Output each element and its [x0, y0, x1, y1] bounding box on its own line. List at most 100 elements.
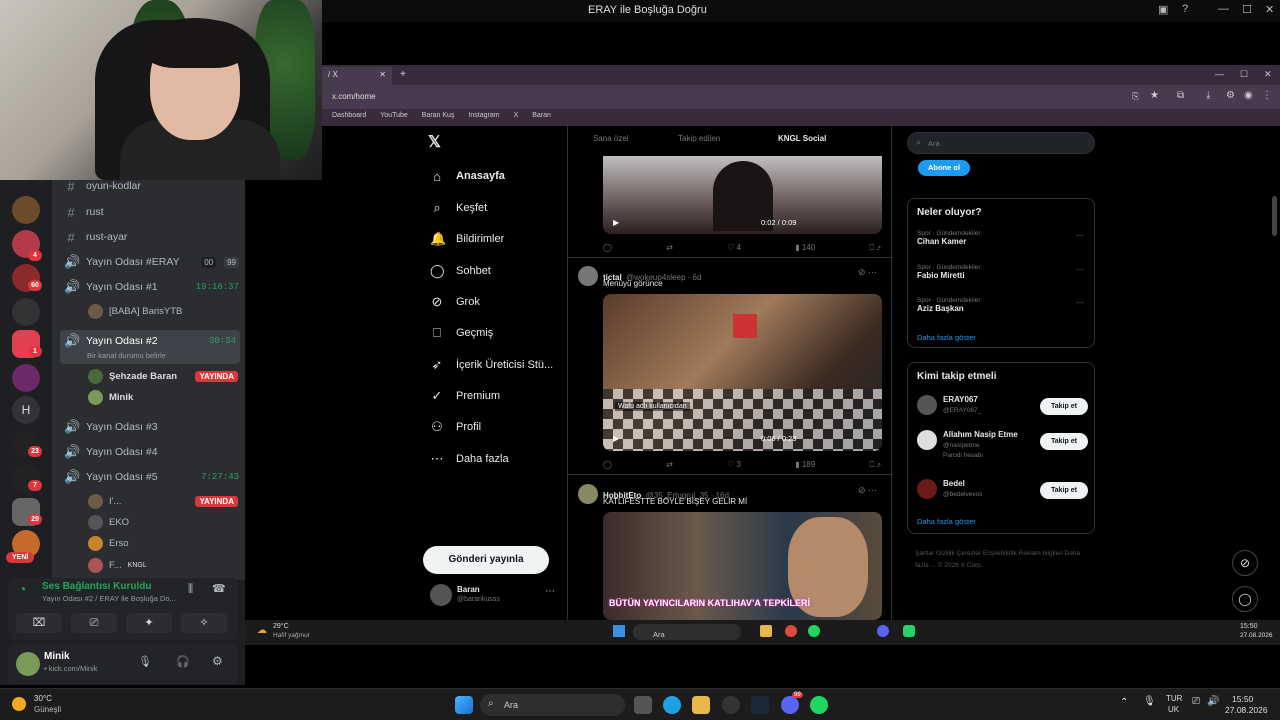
grok-float-button[interactable]: ⊘ [1232, 550, 1258, 576]
grok-icon[interactable]: ⊘ ⋯ [858, 267, 877, 278]
network-icon[interactable]: ⎚ [1192, 696, 1200, 707]
retweet-icon[interactable]: ⇄ [666, 243, 673, 253]
whatsapp-icon[interactable] [903, 625, 915, 637]
profile-icon[interactable]: ◉ [1244, 90, 1253, 101]
screen-share-button[interactable]: ⎚ [71, 613, 117, 633]
clock-time[interactable]: 15:50 [1232, 694, 1253, 704]
video-player[interactable]: Wafu adlı kullanıcıdan ▶ 0:06 / 0:23 [603, 294, 882, 451]
nav-home[interactable]: ⌂ Anasayfa [430, 164, 505, 188]
tab-following[interactable]: Takip edilen [678, 134, 720, 143]
voice-channel-3[interactable]: 🔊 Yayın Odası #3 [64, 416, 158, 438]
soundboard-button[interactable]: ✧ [181, 613, 227, 633]
views-icon[interactable]: ▮ 140 [795, 243, 815, 253]
search-box[interactable]: ⌕ Ara [907, 132, 1095, 154]
follow-name[interactable]: Allahım Nasip Etme [943, 430, 1018, 439]
star-icon[interactable]: ★ [1150, 90, 1159, 101]
settings-icon[interactable]: ⚙ [1226, 90, 1235, 101]
voice-user[interactable]: I'... YAYINDA [88, 491, 238, 511]
close-button[interactable]: ✕ [1264, 69, 1272, 80]
mic-icon[interactable]: 🎙 [138, 655, 152, 668]
avatar[interactable] [917, 479, 937, 499]
maximize-button[interactable]: ☐ [1240, 69, 1248, 80]
video-player[interactable]: ▶ 0:02 / 0:09 [603, 156, 882, 234]
activities-button[interactable]: ✦ [126, 613, 172, 633]
trend-item[interactable]: Spor · Gündemdekiler Fabio Miretti [917, 264, 981, 280]
voice-user[interactable]: F... KNGL [88, 555, 147, 575]
show-more-link[interactable]: Daha fazla göster [917, 517, 976, 526]
grok-icon[interactable]: ⊘ ⋯ [858, 485, 877, 496]
server-icon[interactable] [12, 196, 40, 224]
scrollbar[interactable] [1272, 196, 1277, 236]
voice-user[interactable]: EKO [88, 512, 129, 532]
follow-name[interactable]: Bedel [943, 479, 965, 488]
subscribe-button[interactable]: Abone ol [918, 160, 970, 176]
trend-item[interactable]: Spor · Gündemdekiler Cihan Kamer [917, 230, 981, 246]
chrome-icon[interactable] [785, 625, 797, 637]
task-view-icon[interactable] [634, 696, 652, 714]
play-icon[interactable]: ▶ [613, 218, 619, 227]
tab-for-you[interactable]: Sana özel [593, 134, 629, 143]
nav-profile[interactable]: ⚇ Profil [430, 415, 481, 439]
bookmark-baran[interactable]: Baran [532, 112, 551, 126]
avatar[interactable] [578, 266, 598, 286]
steam-icon[interactable] [751, 696, 769, 714]
server-icon[interactable] [12, 298, 40, 326]
bookmark-baran-kus[interactable]: Baran Kuş [422, 112, 455, 126]
channel-oyun-kodlar[interactable]: # oyun-kodlar [64, 175, 141, 197]
url-text[interactable]: x.com/home [332, 92, 376, 101]
bookmark-icon[interactable]: ⎕ ⤴ [869, 243, 881, 253]
voice-user[interactable]: Erso [88, 533, 129, 553]
channel-status[interactable]: Bir kanal durumu belirle [87, 351, 166, 360]
voice-channel-eray[interactable]: 🔊 Yayın Odası #ERAY 00 99 [64, 251, 239, 273]
folder-icon[interactable] [760, 625, 772, 637]
search-box[interactable]: Ara [633, 624, 741, 640]
voice-channel-4[interactable]: 🔊 Yayın Odası #4 [64, 441, 158, 463]
like-icon[interactable]: ♡ 4 [727, 243, 741, 253]
avatar[interactable] [578, 484, 598, 504]
windows-icon[interactable] [613, 625, 625, 637]
more-icon[interactable]: ⋯ [1076, 265, 1084, 274]
camera-off-button[interactable]: ⌧ [16, 613, 62, 633]
bookmark-youtube[interactable]: YouTube [380, 112, 408, 126]
nav-more[interactable]: ⋯ Daha fazla [430, 447, 509, 471]
edge-icon[interactable] [663, 696, 681, 714]
more-icon[interactable]: ⋯ [1076, 298, 1084, 307]
voice-user[interactable]: [BABA] BarisYTB [88, 301, 182, 321]
reply-icon[interactable]: ◯ [603, 243, 612, 253]
server-icon[interactable] [12, 364, 40, 392]
more-icon[interactable]: ⋯ [1076, 231, 1084, 240]
discord-icon[interactable] [877, 625, 889, 637]
footer-links[interactable]: Şartlar Gizlilik Çerezler Erişilebilirli… [915, 548, 1090, 572]
close-button[interactable]: ✕ [1265, 3, 1274, 16]
minimize-button[interactable]: — [1215, 69, 1224, 79]
disconnect-icon[interactable]: ☎ [212, 582, 226, 595]
voice-user[interactable]: Minik [88, 387, 133, 407]
follow-button[interactable]: Takip et [1040, 433, 1088, 450]
lang-1[interactable]: TUR [1166, 694, 1182, 703]
close-tab-icon[interactable]: ✕ [379, 70, 386, 79]
windows-start-icon[interactable] [455, 696, 473, 714]
spotify-icon[interactable] [808, 625, 820, 637]
channel-rust-ayar[interactable]: # rust-ayar [64, 226, 127, 248]
menu-icon[interactable]: ⋮ [1262, 90, 1272, 101]
show-more-link[interactable]: Daha fazla göster [917, 333, 976, 342]
nav-bookmarks[interactable]: ⎕ Geçmiş [430, 321, 493, 345]
server-icon-h[interactable]: H [12, 396, 40, 424]
bookmark-x[interactable]: X [514, 112, 519, 126]
mic-icon[interactable]: 🎙 [1143, 696, 1156, 707]
tab-x[interactable]: / X ✕ [322, 67, 392, 85]
bookmark-instagram[interactable]: Instagram [468, 112, 499, 126]
trend-item[interactable]: Spor · Gündemdekiler Aziz Başkan [917, 297, 981, 313]
play-icon[interactable]: ▶ [613, 434, 619, 443]
channel-rust[interactable]: # rust [64, 201, 103, 223]
nav-explore[interactable]: ⌕ Keşfet [430, 196, 487, 220]
spotify-icon[interactable] [810, 696, 828, 714]
bookmark-dashboard[interactable]: Dashboard [332, 112, 366, 126]
x-logo-icon[interactable]: 𝕏 [428, 132, 441, 152]
file-explorer-icon[interactable] [692, 696, 710, 714]
voice-channel-info[interactable]: Yayın Odası #2 / ERAY ile Boşluğa Do... [42, 594, 176, 603]
help-icon[interactable]: ? [1182, 3, 1188, 15]
post-button[interactable]: Gönderi yayınla [423, 546, 549, 574]
avatar[interactable] [917, 430, 937, 450]
bookmark-icon[interactable]: ⎕ ⤴ [869, 460, 881, 470]
